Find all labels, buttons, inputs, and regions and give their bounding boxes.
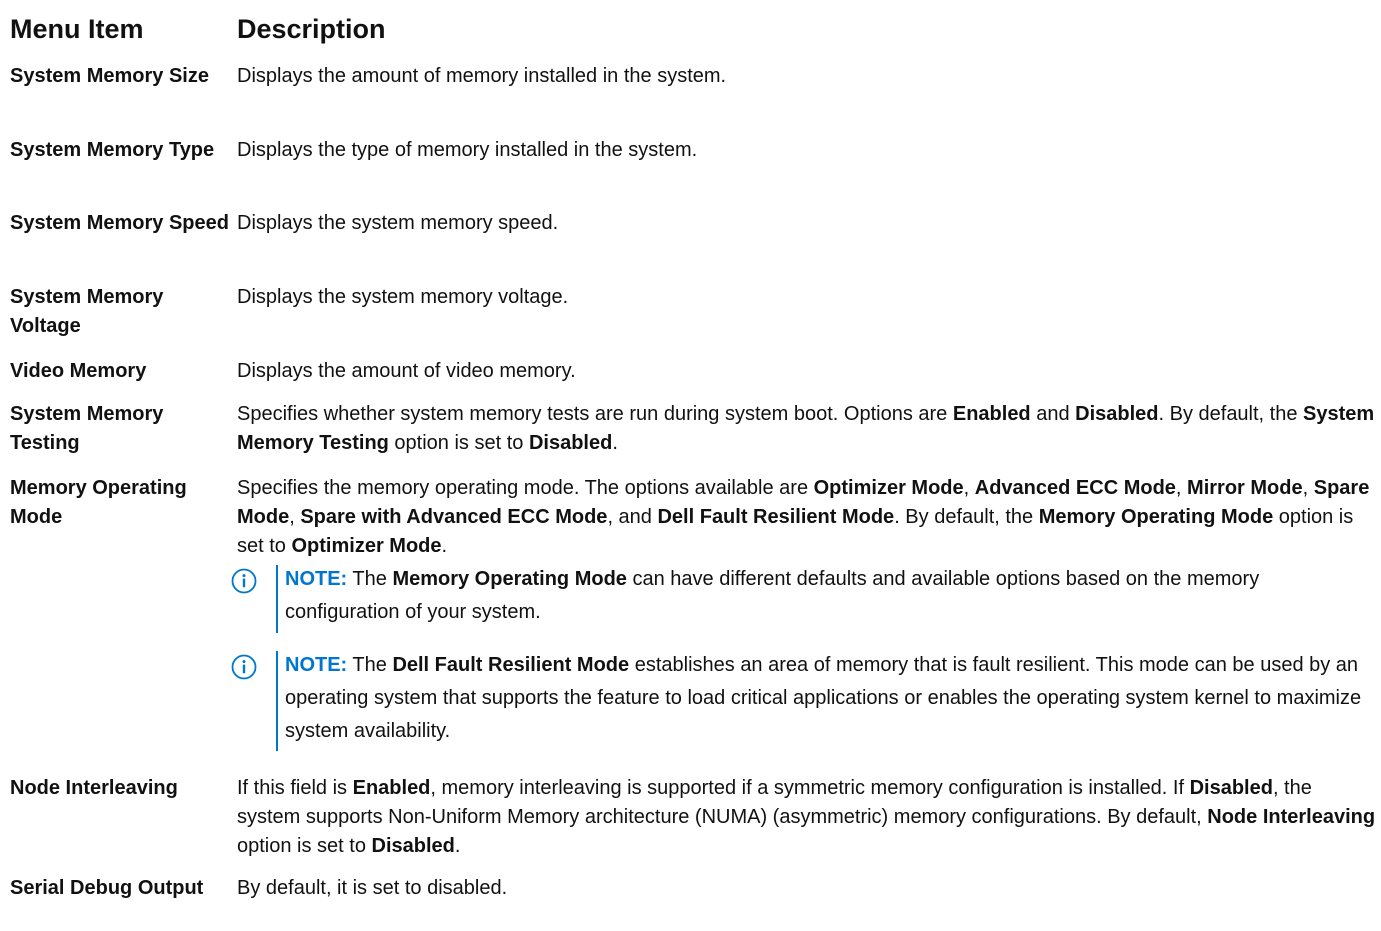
menu-item-label: Node Interleaving (10, 777, 178, 799)
menu-item-description: Displays the amount of video memory. (237, 360, 576, 382)
note-text: NOTE: The Dell Fault Resilient Mode esta… (285, 654, 1362, 742)
menu-item-label: Memory Operating Mode (10, 477, 187, 528)
menu-item-label: System Memory Type (10, 139, 215, 161)
menu-item-label: System Memory Size (10, 65, 209, 87)
note-accent-bar (276, 651, 278, 751)
menu-item-label: System Memory Testing (10, 403, 164, 454)
menu-item-label: Video Memory (10, 360, 147, 382)
menu-item-label: System Memory Speed (10, 212, 229, 234)
menu-item-description: By default, it is set to disabled. (237, 877, 508, 899)
menu-item-label: Serial Debug Output (10, 877, 204, 899)
info-circle-icon (231, 568, 257, 594)
info-circle-icon (231, 654, 257, 680)
menu-item-description: Displays the type of memory installed in… (237, 139, 698, 161)
note-accent-bar (276, 565, 278, 633)
note-label: NOTE: (285, 654, 348, 676)
column-header-menu-item: Menu Item (10, 14, 144, 44)
menu-item-description: Displays the system memory voltage. (237, 286, 569, 308)
menu-item-description: Displays the system memory speed. (237, 212, 559, 234)
menu-item-description: If this field is Enabled, memory interle… (237, 777, 1376, 857)
column-header-description: Description (237, 14, 386, 44)
menu-item-description: Displays the amount of memory installed … (237, 65, 727, 87)
menu-item-label: System Memory Voltage (10, 286, 164, 337)
note-label: NOTE: (285, 568, 348, 590)
note-text: NOTE: The Memory Operating Mode can have… (285, 568, 1260, 623)
menu-item-description: Specifies whether system memory tests ar… (237, 403, 1375, 454)
menu-item-description: Specifies the memory operating mode. The… (237, 477, 1370, 557)
